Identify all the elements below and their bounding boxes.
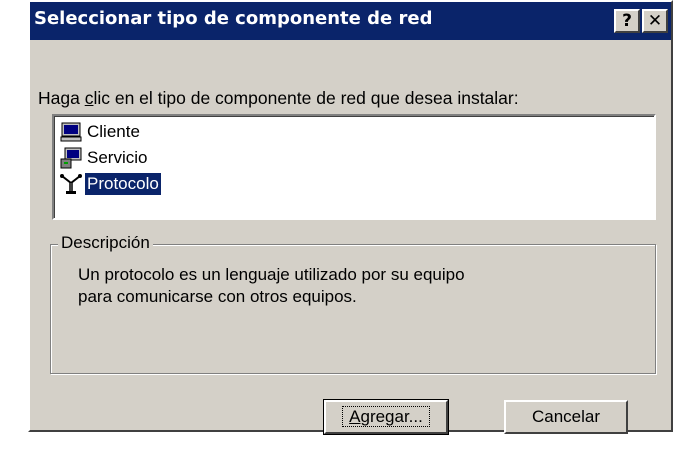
component-type-list[interactable]: Cliente Servicio Protocolo: [52, 114, 656, 220]
add-accelerator: A: [349, 407, 361, 426]
list-item-label: Servicio: [87, 148, 148, 167]
description-text: Un protocolo es un lenguaje utilizado po…: [78, 264, 618, 308]
list-item-servicio[interactable]: Servicio: [60, 146, 149, 170]
close-button[interactable]: ✕: [642, 9, 668, 33]
description-line: para comunicarse con otros equipos.: [78, 287, 357, 306]
add-button-label: Agregar...: [342, 406, 430, 427]
instruction-text-part: Haga: [38, 88, 85, 108]
add-label-rest: gregar...: [360, 407, 423, 426]
description-line: Un protocolo es un lenguaje utilizado po…: [78, 265, 465, 284]
list-item-label: Protocolo: [84, 172, 162, 196]
instruction-text-part: lic en el tipo de componente de red que …: [93, 88, 519, 108]
title-bar[interactable]: Seleccionar tipo de componente de red ? …: [30, 2, 671, 40]
list-item-cliente[interactable]: Cliente: [60, 120, 142, 144]
cancel-button[interactable]: Cancelar: [504, 400, 628, 434]
computer-icon: [60, 122, 82, 142]
add-button[interactable]: Agregar...: [323, 399, 449, 435]
description-group-title: Descripción: [58, 233, 153, 253]
window-title: Seleccionar tipo de componente de red: [34, 8, 433, 29]
list-item-label: Cliente: [87, 122, 140, 141]
instruction-label: Haga clic en el tipo de componente de re…: [38, 88, 519, 109]
list-item-protocolo[interactable]: Protocolo: [60, 172, 162, 196]
server-icon: [60, 147, 82, 169]
dialog-window: Seleccionar tipo de componente de red ? …: [28, 0, 673, 435]
help-button[interactable]: ?: [614, 9, 640, 33]
network-protocol-icon: [60, 174, 82, 194]
